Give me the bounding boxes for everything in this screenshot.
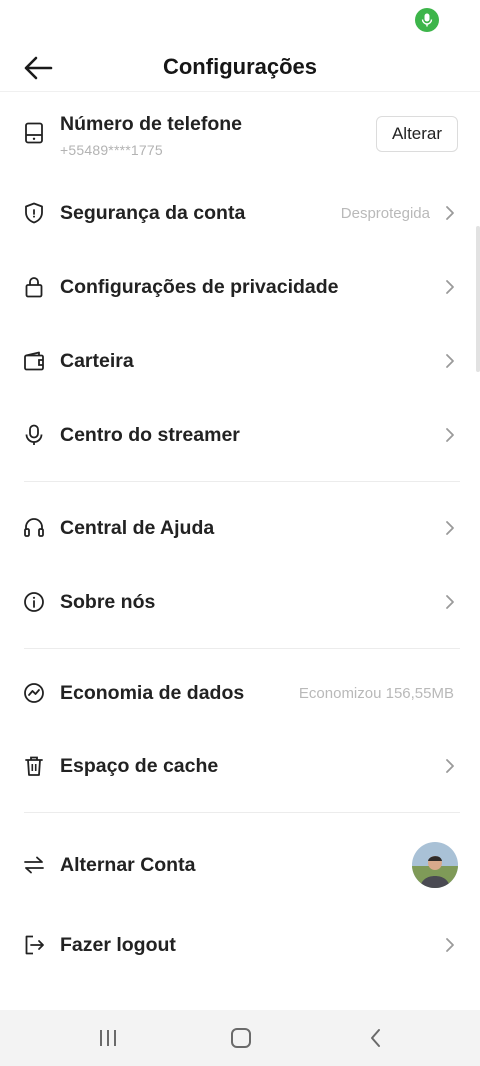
chevron-right-icon [444, 935, 456, 955]
trash-icon [22, 754, 46, 778]
lock-icon [22, 275, 46, 299]
row-about-us[interactable]: Sobre nós [0, 572, 480, 632]
section-divider [24, 648, 460, 649]
chevron-right-icon [444, 518, 456, 538]
home-icon [231, 1028, 251, 1048]
back-icon [371, 1029, 380, 1047]
row-label: Configurações de privacidade [60, 276, 339, 298]
chevron-right-icon [444, 203, 456, 223]
info-icon [22, 590, 46, 614]
wallet-icon [22, 349, 46, 373]
phone-number-label: Número de telefone [60, 113, 243, 135]
scroll-indicator[interactable] [476, 226, 480, 372]
row-help-center[interactable]: Central de Ajuda [0, 498, 480, 558]
app-header: Configurações [0, 42, 480, 92]
row-logout[interactable]: Fazer logout [0, 915, 480, 975]
headset-icon [22, 516, 46, 540]
recents-icon [100, 1030, 116, 1046]
row-label: Carteira [60, 350, 134, 372]
row-label: Economia de dados [60, 682, 245, 704]
microphone-indicator-icon [415, 8, 439, 32]
row-label: Sobre nós [60, 591, 156, 613]
row-label: Centro do streamer [60, 424, 240, 446]
row-label: Segurança da conta [60, 202, 246, 224]
row-label: Central de Ajuda [60, 517, 215, 539]
row-streamer-center[interactable]: Centro do streamer [0, 405, 480, 465]
row-account-security[interactable]: Segurança da conta Desprotegida [0, 183, 480, 243]
row-wallet[interactable]: Carteira [0, 331, 480, 391]
system-nav-bar [0, 1010, 480, 1066]
header-divider [0, 91, 480, 92]
chevron-right-icon [444, 425, 456, 445]
switch-arrows-icon [22, 853, 46, 877]
data-saved-value: Economizou 156,55MB [298, 685, 454, 702]
status-bar [0, 0, 480, 42]
account-avatar[interactable] [412, 842, 458, 888]
shield-icon [22, 201, 46, 225]
row-data-saver[interactable]: Economia de dados Economizou 156,55MB [0, 663, 480, 723]
chevron-right-icon [444, 592, 456, 612]
chevron-right-icon [444, 756, 456, 776]
row-privacy-settings[interactable]: Configurações de privacidade [0, 257, 480, 317]
phone-icon [22, 121, 46, 145]
microphone-icon [22, 423, 46, 447]
home-button[interactable] [227, 1024, 255, 1052]
row-label: Espaço de cache [60, 755, 219, 777]
security-status: Desprotegida [340, 205, 430, 222]
row-label: Fazer logout [60, 934, 176, 956]
nav-back-button[interactable] [362, 1024, 390, 1052]
logout-icon [22, 933, 46, 957]
data-saver-icon [22, 681, 46, 705]
chevron-right-icon [444, 277, 456, 297]
row-cache-space[interactable]: Espaço de cache [0, 736, 480, 796]
change-phone-button[interactable]: Alterar [376, 116, 458, 152]
row-switch-account[interactable]: Alternar Conta [0, 835, 480, 895]
section-divider [24, 812, 460, 813]
recents-button[interactable] [94, 1024, 122, 1052]
phone-number-value: +55489****1775 [60, 142, 163, 158]
chevron-right-icon [444, 351, 456, 371]
page-title: Configurações [162, 54, 318, 79]
section-divider [24, 481, 460, 482]
row-label: Alternar Conta [60, 854, 196, 876]
